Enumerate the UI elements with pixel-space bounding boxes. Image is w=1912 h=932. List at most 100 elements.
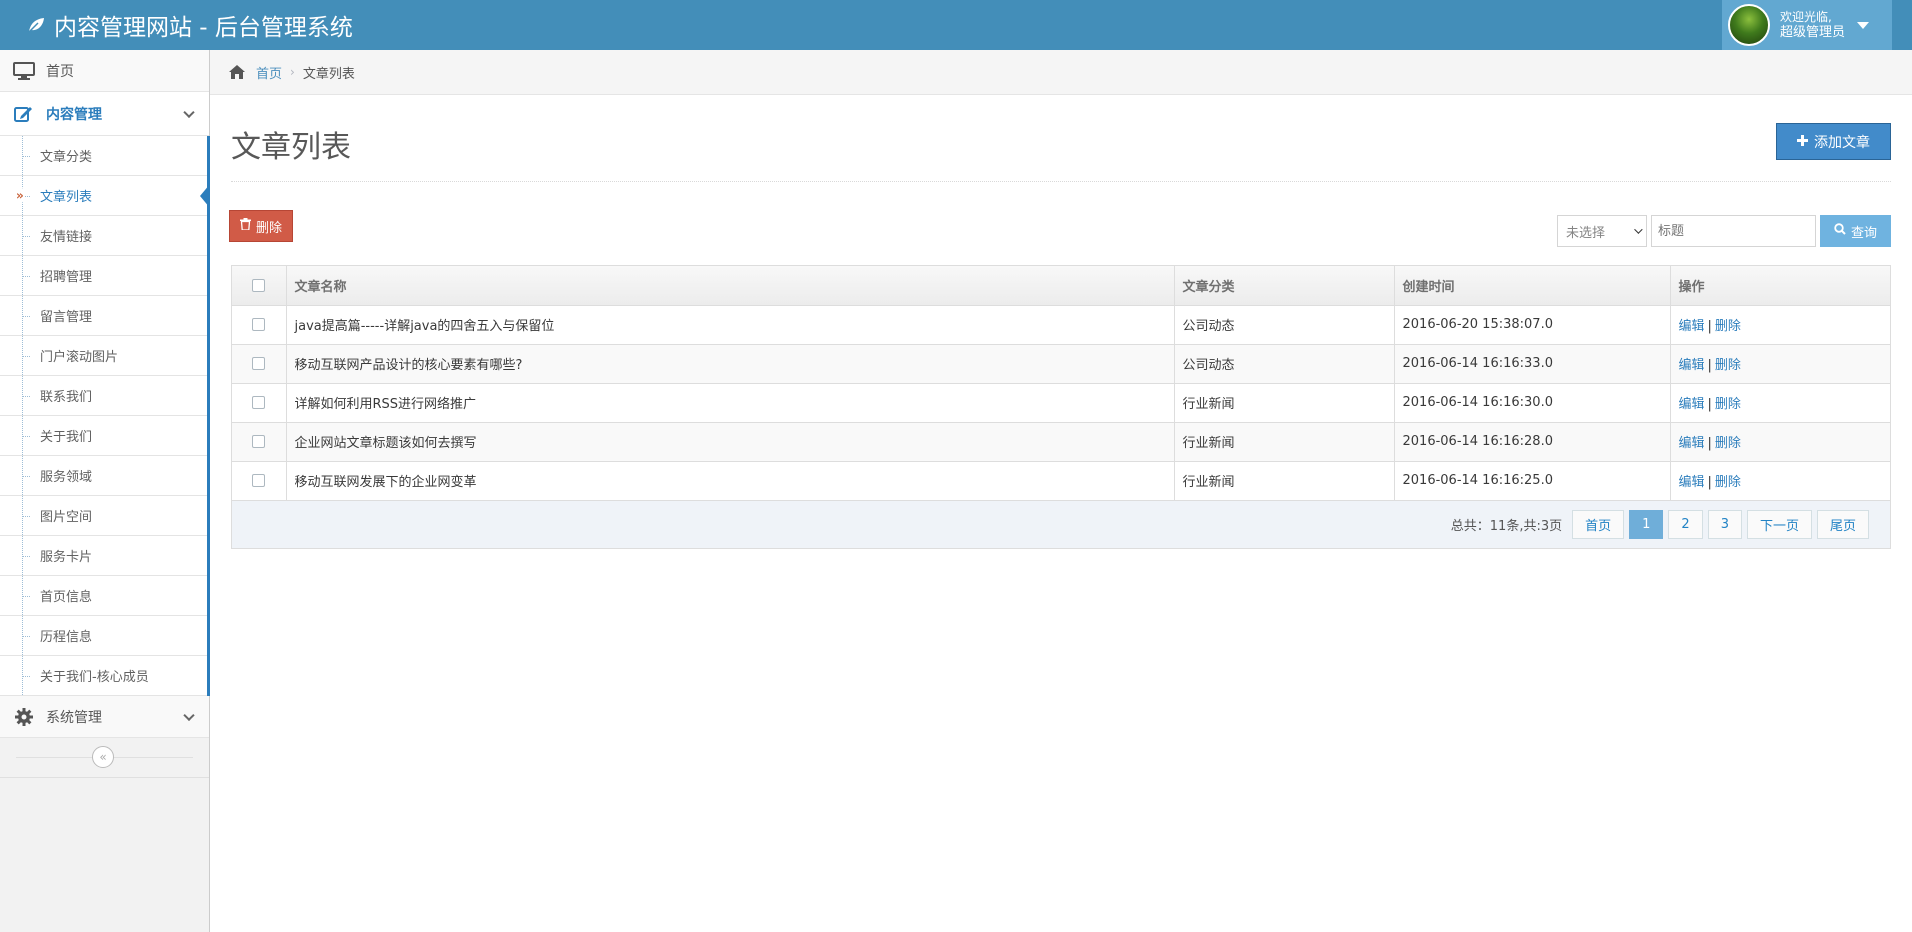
double-chevron-left-icon[interactable]: « <box>92 746 114 768</box>
sidebar-item-label: 服务卡片 <box>40 550 93 565</box>
sidebar-item-article-list[interactable]: » 文章列表 <box>0 176 210 216</box>
page-first-button[interactable]: 首页 <box>1572 509 1625 539</box>
user-role: 超级管理员 <box>1780 25 1846 40</box>
sidebar-item-history[interactable]: 历程信息 <box>0 616 207 656</box>
sidebar-item-banner-images[interactable]: 门户滚动图片 <box>0 336 207 376</box>
article-time: 2016-06-14 16:16:30.0 <box>1394 383 1671 423</box>
article-time: 2016-06-20 15:38:07.0 <box>1394 305 1671 345</box>
edit-link[interactable]: 编辑 <box>1679 397 1705 412</box>
sidebar-item-core-members[interactable]: 关于我们-核心成员 <box>0 656 207 696</box>
sidebar-item-friend-links[interactable]: 友情链接 <box>0 216 207 256</box>
edit-link[interactable]: 编辑 <box>1679 319 1705 334</box>
action-separator: | <box>1707 358 1712 373</box>
delete-link[interactable]: 删除 <box>1715 319 1741 334</box>
sidebar-item-label: 内容管理 <box>46 106 102 123</box>
chevron-down-icon <box>183 106 195 118</box>
page-2-button[interactable]: 2 <box>1668 509 1703 539</box>
row-actions: 编辑 | 删除 <box>1670 383 1890 423</box>
column-header: 操作 <box>1670 266 1890 306</box>
page-3-button[interactable]: 3 <box>1707 509 1742 539</box>
table-row: 移动互联网产品设计的核心要素有哪些? 公司动态 2016-06-14 16:16… <box>232 344 1890 384</box>
page-last-button[interactable]: 尾页 <box>1816 509 1869 539</box>
search-icon <box>1834 223 1846 239</box>
main-content: 首页 › 文章列表 文章列表 添加文章 删除 未选择 查询 <box>210 50 1912 932</box>
row-checkbox[interactable] <box>252 474 266 487</box>
row-checkbox[interactable] <box>252 435 266 448</box>
table-row: 详解如何利用RSS进行网络推广 行业新闻 2016-06-14 16:16:30… <box>232 383 1890 423</box>
action-separator: | <box>1707 319 1712 334</box>
column-header[interactable]: 文章分类 <box>1174 266 1395 306</box>
article-title: 详解如何利用RSS进行网络推广 <box>286 383 1175 423</box>
edit-link[interactable]: 编辑 <box>1679 475 1705 490</box>
sidebar-item-home-info[interactable]: 首页信息 <box>0 576 207 616</box>
sidebar-item-label: 服务领域 <box>40 470 93 485</box>
sidebar-item-image-space[interactable]: 图片空间 <box>0 496 207 536</box>
column-header[interactable]: 文章名称 <box>286 266 1175 306</box>
article-title: java提高篇-----详解java的四舍五入与保留位 <box>286 305 1175 345</box>
row-actions: 编辑 | 删除 <box>1670 461 1890 501</box>
table-header-row: 文章名称 文章分类 创建时间 操作 <box>232 266 1890 306</box>
sidebar-item-system[interactable]: 系统管理 <box>0 696 209 738</box>
action-separator: | <box>1707 397 1712 412</box>
sidebar-item-label: 联系我们 <box>40 390 93 405</box>
sidebar-item-about[interactable]: 关于我们 <box>0 416 207 456</box>
breadcrumb-home-link[interactable]: 首页 <box>256 63 282 82</box>
sidebar-item-home[interactable]: 首页 <box>0 50 209 92</box>
column-header[interactable]: 创建时间 <box>1394 266 1671 306</box>
active-pointer <box>200 183 210 208</box>
caret-down-icon <box>1857 21 1870 29</box>
row-checkbox[interactable] <box>252 318 266 331</box>
sidebar-item-label: 留言管理 <box>40 310 93 325</box>
chevron-down-icon <box>1634 225 1643 234</box>
delete-link[interactable]: 删除 <box>1715 358 1741 373</box>
row-checkbox-cell <box>232 422 287 462</box>
article-category: 公司动态 <box>1174 344 1395 384</box>
page-header: 文章列表 添加文章 <box>231 122 1891 182</box>
table-row: 企业网站文章标题该如何去撰写 行业新闻 2016-06-14 16:16:28.… <box>232 422 1890 462</box>
article-category: 公司动态 <box>1174 305 1395 345</box>
sidebar-item-label: 首页 <box>46 63 74 80</box>
breadcrumb: 首页 › 文章列表 <box>210 50 1912 95</box>
category-select[interactable]: 未选择 <box>1557 215 1647 247</box>
article-time: 2016-06-14 16:16:25.0 <box>1394 461 1671 501</box>
user-menu[interactable]: 欢迎光临, 超级管理员 <box>1722 0 1892 50</box>
sidebar-item-messages[interactable]: 留言管理 <box>0 296 207 336</box>
sidebar: 首页 内容管理 文章分类 » 文章列表 友情链接 招聘管理 留言管理 门户滚动图片… <box>0 50 210 932</box>
sidebar-item-service-cards[interactable]: 服务卡片 <box>0 536 207 576</box>
sidebar-item-label: 关于我们 <box>40 430 93 445</box>
sidebar-item-service-areas[interactable]: 服务领域 <box>0 456 207 496</box>
brand[interactable]: 内容管理网站 - 后台管理系统 <box>26 8 353 42</box>
article-time: 2016-06-14 16:16:33.0 <box>1394 344 1671 384</box>
sidebar-collapse-row: « <box>0 738 209 778</box>
query-label: 查询 <box>1850 225 1877 241</box>
row-checkbox[interactable] <box>252 357 266 370</box>
active-marker-icon: » <box>16 187 24 202</box>
brand-title: 内容管理网站 - 后台管理系统 <box>54 15 353 41</box>
action-separator: | <box>1707 436 1712 451</box>
delete-link[interactable]: 删除 <box>1715 436 1741 451</box>
add-article-button[interactable]: 添加文章 <box>1776 123 1891 160</box>
edit-link[interactable]: 编辑 <box>1679 358 1705 373</box>
select-all-checkbox[interactable] <box>252 278 266 292</box>
delete-button[interactable]: 删除 <box>229 210 294 242</box>
sidebar-item-article-category[interactable]: 文章分类 <box>0 136 207 176</box>
article-time: 2016-06-14 16:16:28.0 <box>1394 422 1671 462</box>
sidebar-item-contact[interactable]: 联系我们 <box>0 376 207 416</box>
sidebar-item-content[interactable]: 内容管理 <box>0 92 209 136</box>
row-checkbox-cell <box>232 344 287 384</box>
article-category: 行业新闻 <box>1174 422 1395 462</box>
sidebar-item-label: 招聘管理 <box>40 270 93 285</box>
page-next-button[interactable]: 下一页 <box>1746 509 1812 539</box>
title-search-input[interactable] <box>1651 215 1816 247</box>
home-icon[interactable] <box>228 64 246 80</box>
delete-link[interactable]: 删除 <box>1715 397 1741 412</box>
page-1-button[interactable]: 1 <box>1629 509 1664 539</box>
article-category: 行业新闻 <box>1174 383 1395 423</box>
sidebar-item-recruitment[interactable]: 招聘管理 <box>0 256 207 296</box>
row-checkbox[interactable] <box>252 396 266 409</box>
delete-link[interactable]: 删除 <box>1715 475 1741 490</box>
edit-link[interactable]: 编辑 <box>1679 436 1705 451</box>
row-checkbox-cell <box>232 383 287 423</box>
welcome-text: 欢迎光临, <box>1780 10 1832 24</box>
query-button[interactable]: 查询 <box>1820 215 1891 247</box>
